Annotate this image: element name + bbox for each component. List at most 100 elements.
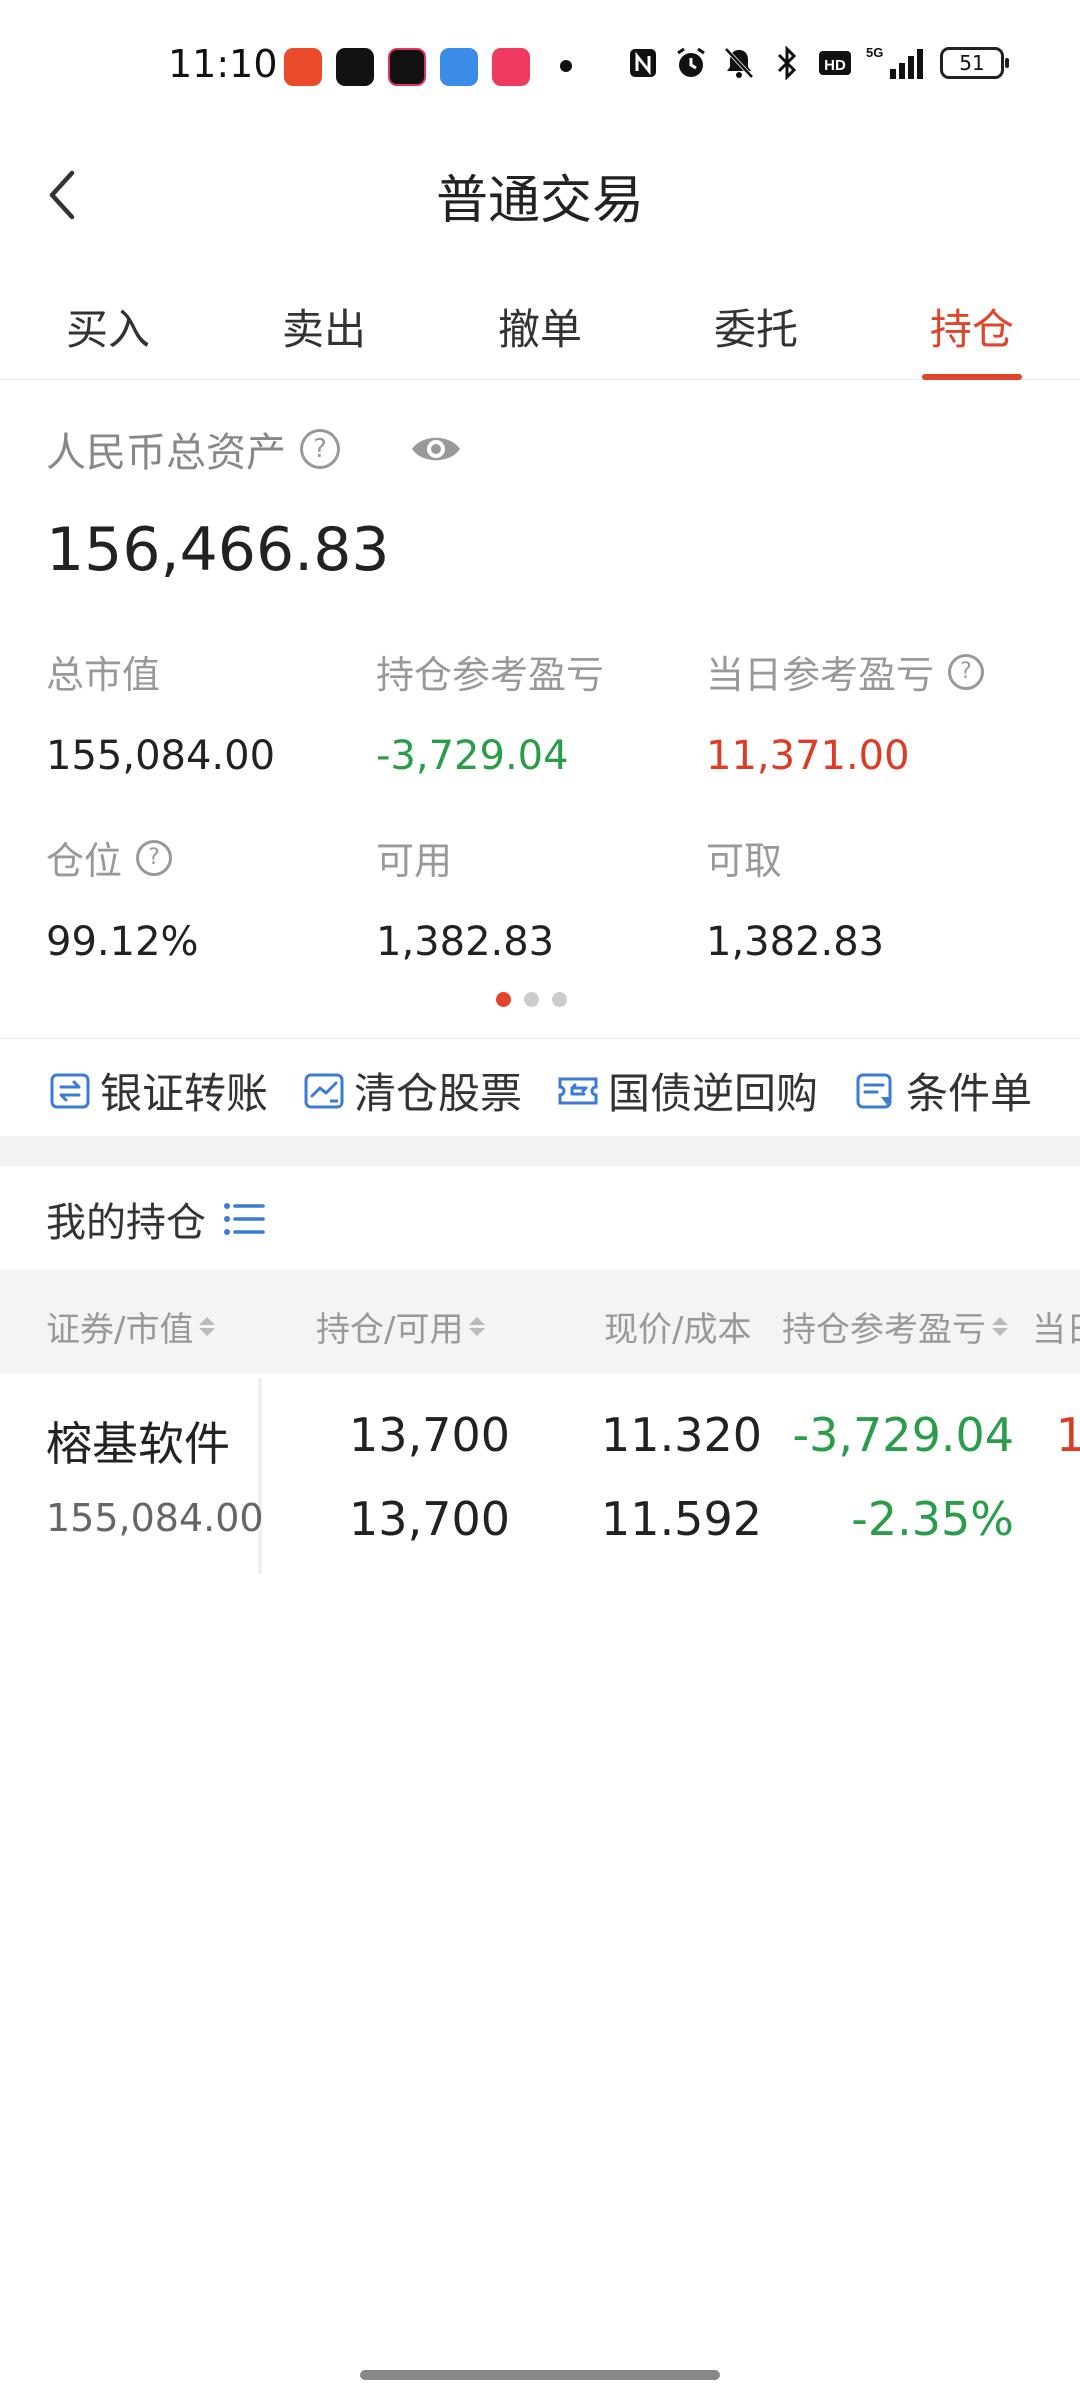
mute-icon [722, 46, 756, 80]
page-indicator [496, 992, 567, 1007]
positions-table-header: 证券/市值 持仓/可用 现价/成本 持仓参考盈亏 当日 [0, 1270, 1080, 1374]
column-header-holding[interactable]: 持仓/可用 [316, 1302, 486, 1351]
column-label: 证券/市值 [46, 1310, 194, 1350]
signal-icon: 5G [866, 45, 926, 80]
page-title: 普通交易 [435, 171, 644, 231]
tab-buy[interactable]: 买入 [48, 296, 168, 380]
metric-label: 总市值 [46, 653, 161, 697]
current-price: 11.320 [601, 1408, 762, 1462]
more-notifications-dot [560, 60, 572, 72]
table-row[interactable]: 榕基软件 155,084.00 13,700 13,700 11.320 11.… [0, 1374, 1080, 1574]
metric-value: 11,371.00 [706, 733, 910, 779]
help-icon[interactable]: ? [300, 429, 340, 469]
tab-sell[interactable]: 卖出 [264, 296, 384, 380]
hd-icon: HD [818, 46, 852, 80]
position-pnl-percent: -2.35% [851, 1492, 1014, 1546]
eye-icon[interactable] [410, 429, 462, 469]
metric-daily-pnl: 当日参考盈亏? 11,371.00 [706, 644, 985, 779]
tab-cancel-order[interactable]: 撤单 [480, 296, 600, 380]
quick-action-label: 银证转账 [100, 1069, 269, 1118]
active-tab-indicator [922, 374, 1022, 380]
tab-label: 持仓 [929, 305, 1014, 354]
metric-value: 1,382.83 [376, 919, 555, 965]
help-icon[interactable]: ? [948, 653, 985, 690]
available-quantity: 13,700 [349, 1492, 510, 1546]
position-pnl: -3,729.04 [792, 1408, 1014, 1462]
metric-label: 持仓参考盈亏 [376, 653, 605, 697]
app-notification-icon [388, 48, 426, 86]
metric-value: -3,729.04 [376, 733, 569, 779]
section-separator [0, 1136, 1080, 1166]
quick-action-label: 条件单 [906, 1069, 1033, 1118]
svg-text:HD: HD [824, 57, 846, 74]
column-label: 现价/成本 [604, 1310, 752, 1350]
tab-label: 买入 [65, 305, 150, 354]
metric-label-row: 当日参考盈亏? [706, 644, 985, 699]
document-icon [854, 1069, 898, 1113]
metric-label: 仓位 [46, 839, 123, 883]
app-notification-icon [336, 48, 374, 86]
tab-label: 委托 [713, 305, 798, 354]
metric-label: 当日参考盈亏 [706, 653, 935, 697]
page-dot[interactable] [552, 992, 567, 1007]
metric-value: 1,382.83 [706, 919, 885, 965]
metric-value: 155,084.00 [46, 733, 276, 779]
holding-quantity: 13,700 [349, 1408, 510, 1462]
bank-transfer-button[interactable]: 银证转账 [48, 1060, 268, 1121]
total-assets-header: 人民币总资产 ? [46, 420, 462, 478]
metric-label: 可用 [376, 839, 453, 883]
battery-icon: 51 [940, 47, 1009, 79]
notification-icons [284, 48, 530, 86]
page-dot-active[interactable] [496, 992, 511, 1007]
sort-icon [992, 1317, 1008, 1336]
metric-withdrawable: 可取 1,382.83 [706, 830, 884, 965]
column-header-price[interactable]: 现价/成本 [604, 1302, 751, 1351]
nfc-icon [626, 46, 660, 80]
page-dot[interactable] [524, 992, 539, 1007]
tab-label: 卖出 [281, 305, 366, 354]
svg-text:5G: 5G [866, 45, 883, 60]
stock-market-value: 155,084.00 [46, 1496, 264, 1540]
metric-position-pnl: 持仓参考盈亏 -3,729.04 [376, 644, 604, 779]
divider [0, 1038, 1080, 1039]
my-positions-title: 我的持仓 [46, 1200, 206, 1246]
chart-icon [302, 1069, 346, 1113]
status-bar: 11:10 HD 5G 51 [0, 0, 1080, 130]
metric-available: 可用 1,382.83 [376, 830, 554, 965]
column-header-position-pnl[interactable]: 持仓参考盈亏 [782, 1302, 1008, 1351]
tab-positions[interactable]: 持仓 [912, 296, 1032, 380]
app-notification-icon [284, 48, 322, 86]
help-icon[interactable]: ? [136, 839, 173, 876]
daily-pnl-partial: 1 [1056, 1408, 1080, 1462]
conditional-order-button[interactable]: 条件单 [854, 1060, 1032, 1121]
sort-icon [469, 1317, 486, 1336]
home-indicator[interactable] [360, 2370, 720, 2380]
tab-orders[interactable]: 委托 [696, 296, 816, 380]
list-icon[interactable] [222, 1199, 266, 1239]
total-assets-value: 156,466.83 [46, 515, 390, 585]
clear-stocks-button[interactable]: 清仓股票 [302, 1060, 522, 1121]
stock-name: 榕基软件 [46, 1417, 230, 1471]
app-notification-icon [492, 48, 530, 86]
header: 普通交易 [0, 130, 1080, 260]
metric-label-row: 仓位? [46, 830, 199, 885]
cost-price: 11.592 [601, 1492, 762, 1546]
metric-position-ratio: 仓位? 99.12% [46, 830, 199, 965]
column-divider [258, 1378, 262, 1574]
column-label: 当日 [1032, 1310, 1080, 1350]
bluetooth-icon [770, 46, 804, 80]
metric-label: 可取 [706, 839, 783, 883]
column-label: 持仓/可用 [316, 1310, 464, 1350]
my-positions-header: 我的持仓 [46, 1190, 266, 1248]
system-icons: HD 5G 51 [626, 45, 1009, 80]
quick-action-label: 清仓股票 [354, 1069, 523, 1118]
alarm-icon [674, 46, 708, 80]
status-time: 11:10 [168, 42, 278, 86]
total-assets-label: 人民币总资产 [46, 430, 286, 476]
reverse-repo-button[interactable]: 国债逆回购 [556, 1060, 818, 1121]
column-header-daily[interactable]: 当日 [1032, 1302, 1080, 1351]
column-header-security[interactable]: 证券/市值 [46, 1302, 216, 1351]
tab-label: 撤单 [497, 305, 582, 354]
transfer-icon [48, 1069, 92, 1113]
metric-value: 99.12% [46, 919, 199, 965]
